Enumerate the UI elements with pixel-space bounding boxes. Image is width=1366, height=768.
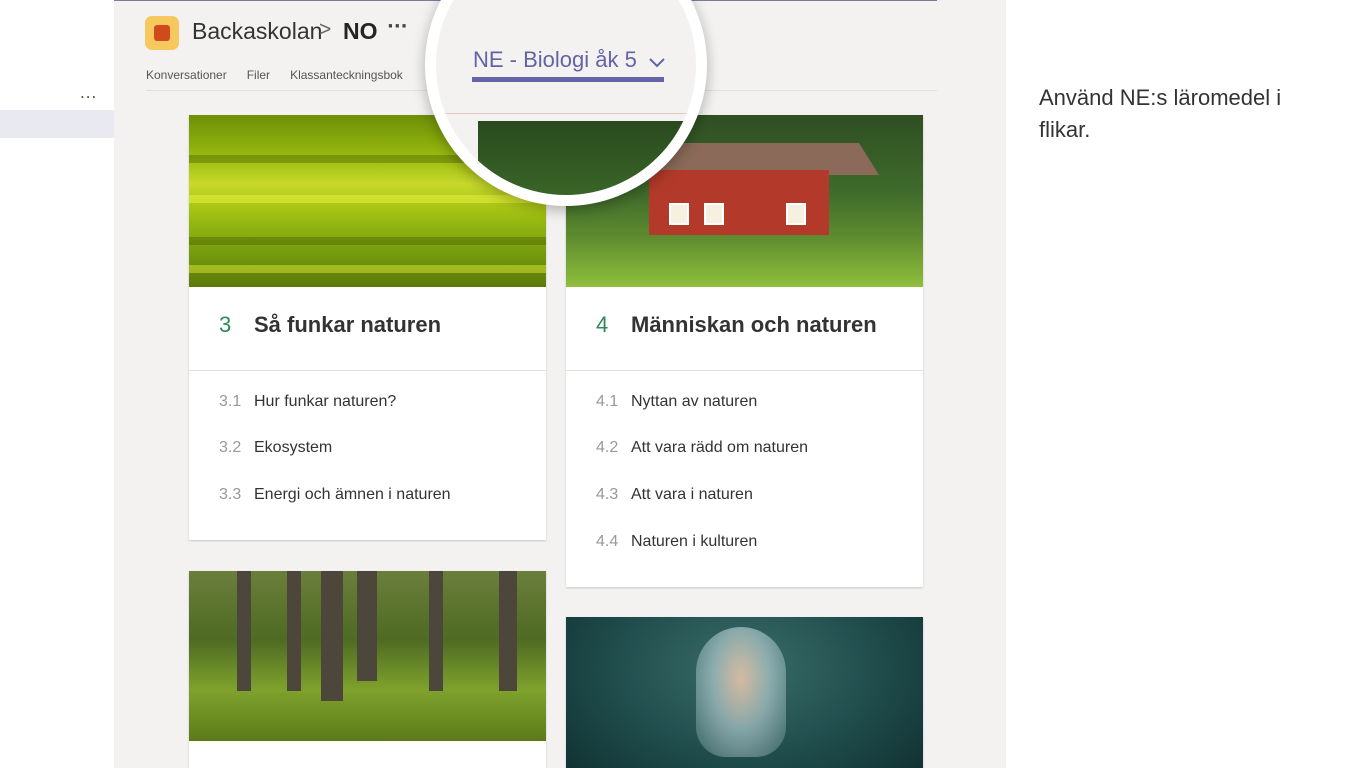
magnifier-divider [436,113,696,114]
magnifier-photo-preview [478,121,696,195]
tree-trunk [357,571,377,681]
section-title[interactable]: Naturen i kulturen [631,533,757,550]
team-icon[interactable] [145,16,179,50]
section-title[interactable]: Nyttan av naturen [631,393,757,410]
chapter-image-jellyfish [566,617,923,768]
channel-tabs: Konversationer Filer Klassanteckningsbok [146,68,403,82]
section-title[interactable]: Att vara rädd om naturen [631,439,808,456]
section-item[interactable]: 4.1 Nyttan av naturen [596,393,757,411]
tab-class-notebook[interactable]: Klassanteckningsbok [290,68,403,82]
section-number: 4.3 [596,486,619,503]
rail-selected-item[interactable] [0,110,114,138]
left-rail: ... [0,0,114,768]
tab-ne-biologi[interactable]: NE - Biologi åk 5 [473,47,665,74]
section-title[interactable]: Energi och ämnen i naturen [254,486,451,503]
active-tab-indicator [472,77,664,82]
section-item[interactable]: 4.2 Att vara rädd om naturen [596,439,808,457]
more-options-icon[interactable]: ... [80,84,97,102]
cottage-window [786,203,806,225]
chapter-card-forest[interactable] [189,571,546,768]
section-title[interactable]: Hur funkar naturen? [254,393,396,410]
section-title[interactable]: Ekosystem [254,439,332,456]
section-number: 3.2 [219,439,242,456]
section-number: 4.2 [596,439,619,456]
tree-trunk [429,571,443,691]
chapter-image-forest [189,571,546,741]
jellyfish [696,627,786,757]
section-item[interactable]: 3.1 Hur funkar naturen? [219,393,396,411]
tree-trunk [237,571,251,691]
chapter-title[interactable]: Så funkar naturen [254,312,441,338]
section-number: 3.3 [219,486,242,503]
tab-files[interactable]: Filer [247,68,270,82]
tree-trunk [499,571,517,691]
channel-name[interactable]: NO [343,18,378,45]
chevron-down-icon[interactable] [649,48,665,74]
section-title[interactable]: Att vara i naturen [631,486,753,503]
tree-trunk [321,571,343,701]
tree-trunk [287,571,301,691]
cottage-window [704,203,724,225]
section-item[interactable]: 4.4 Naturen i kulturen [596,533,757,551]
section-number: 4.1 [596,393,619,410]
channel-more-icon[interactable]: ··· [387,16,408,37]
chapter-title[interactable]: Människan och naturen [631,312,877,338]
chapter-card-jellyfish[interactable] [566,617,923,768]
caption-text: Använd NE:s läromedel i flikar. [1039,85,1282,142]
tab-ne-biologi-label[interactable]: NE - Biologi åk 5 [473,47,637,72]
tab-conversations[interactable]: Konversationer [146,68,227,82]
section-item[interactable]: 3.2 Ekosystem [219,439,332,457]
chapter-number: 4 [596,312,609,337]
section-item[interactable]: 4.3 Att vara i naturen [596,486,753,504]
section-number: 4.4 [596,533,619,550]
chapter-number: 3 [219,312,232,337]
cottage-window [669,203,689,225]
section-item[interactable]: 3.3 Energi och ämnen i naturen [219,486,451,504]
section-number: 3.1 [219,393,242,410]
team-name[interactable]: Backaskolan [192,18,322,45]
chevron-right-icon: > [319,18,332,41]
